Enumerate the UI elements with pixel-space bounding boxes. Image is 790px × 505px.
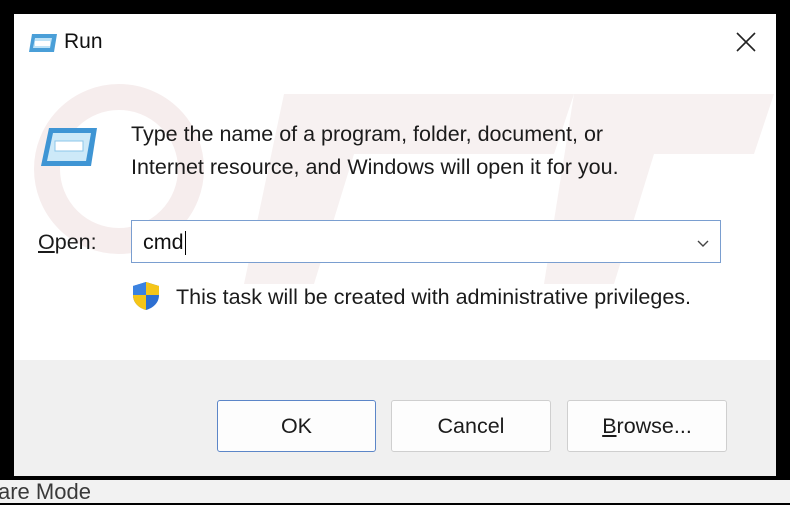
open-input-value: cmd: [143, 230, 184, 254]
chevron-down-icon[interactable]: [694, 234, 712, 252]
ok-button[interactable]: OK: [217, 400, 376, 452]
close-button[interactable]: [716, 14, 776, 70]
instruction-line-2: Internet resource, and Windows will open…: [131, 155, 619, 179]
open-input[interactable]: cmd: [143, 230, 187, 255]
button-bar: OK Cancel Browse...: [14, 360, 776, 476]
browse-button-label: rowse...: [616, 413, 692, 438]
close-icon: [736, 32, 756, 52]
cancel-button[interactable]: Cancel: [391, 400, 551, 452]
background-text: are Mode: [0, 479, 91, 504]
browse-mnemonic: B: [602, 413, 617, 438]
title-bar[interactable]: Run: [14, 14, 776, 70]
run-dialog: Run Type the name of a program, folder, …: [14, 14, 776, 476]
instruction-text: Type the name of a program, folder, docu…: [131, 118, 731, 184]
window-title: Run: [64, 30, 103, 53]
open-label: Open:: [38, 230, 97, 254]
admin-privileges-notice: This task will be created with administr…: [176, 285, 692, 309]
ok-button-label: OK: [280, 413, 313, 438]
run-app-icon: [29, 34, 57, 52]
cancel-button-label: Cancel: [437, 413, 505, 438]
uac-shield-icon: [133, 282, 159, 310]
browse-button[interactable]: Browse...: [567, 400, 727, 452]
text-cursor: [184, 230, 187, 255]
background-taskbar-strip: [0, 480, 790, 503]
open-combobox[interactable]: cmd: [131, 220, 721, 263]
instruction-line-1: Type the name of a program, folder, docu…: [131, 122, 604, 146]
run-program-icon: [41, 128, 97, 166]
